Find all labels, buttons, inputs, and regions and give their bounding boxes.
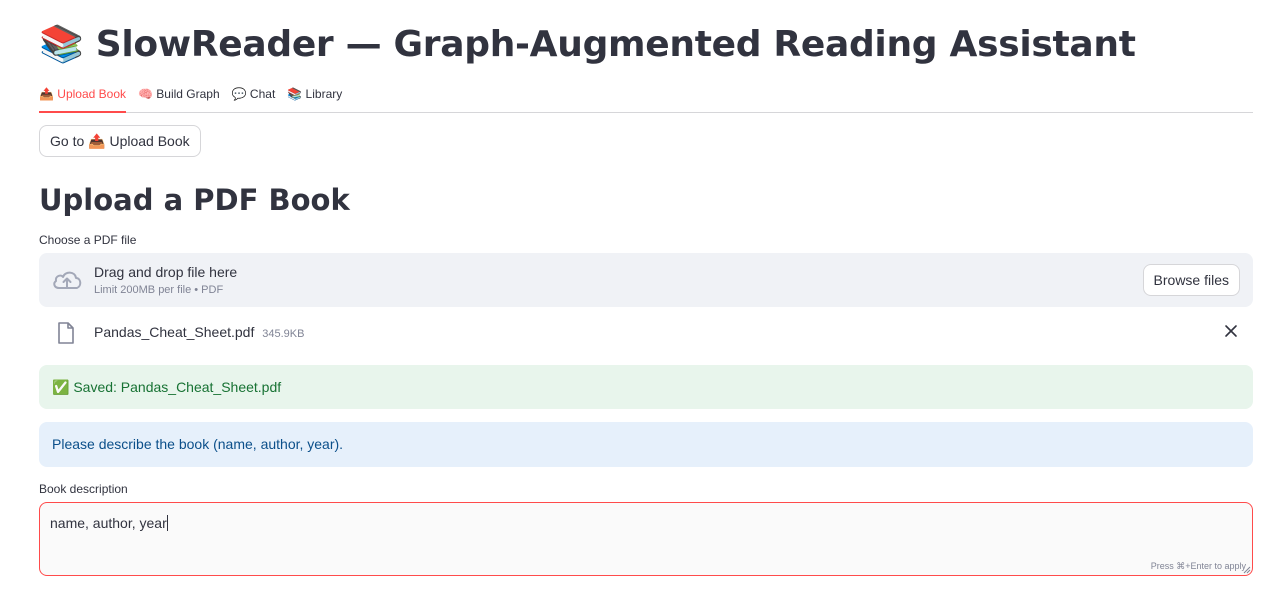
file-dropzone[interactable]: Drag and drop file here Limit 200MB per … <box>39 253 1253 307</box>
description-label: Book description <box>39 482 128 496</box>
file-icon <box>58 322 74 344</box>
file-size: 345.9KB <box>262 328 305 340</box>
dropzone-limit: Limit 200MB per file • PDF <box>94 284 224 296</box>
tab-upload-book[interactable]: 📤 Upload Book <box>39 82 126 113</box>
tab-chat[interactable]: 💬 Chat <box>232 82 276 112</box>
tab-library[interactable]: 📚 Library <box>287 82 342 112</box>
app-title: 📚 SlowReader — Graph-Augmented Reading A… <box>39 24 1136 65</box>
book-description-textarea[interactable]: name, author, year Press ⌘+Enter to appl… <box>39 502 1253 576</box>
browse-files-button[interactable]: Browse files <box>1142 264 1240 296</box>
text-caret <box>166 515 168 531</box>
uploaded-file-row: Pandas_Cheat_Sheet.pdf 345.9KB <box>39 320 1253 346</box>
resize-grip-icon[interactable] <box>1243 566 1251 574</box>
tab-bar: 📤 Upload Book 🧠 Build Graph 💬 Chat 📚 Lib… <box>39 82 1253 113</box>
close-icon[interactable] <box>1224 324 1238 338</box>
dropzone-text: Drag and drop file here <box>94 264 238 280</box>
tab-build-graph[interactable]: 🧠 Build Graph <box>138 82 220 112</box>
textarea-value: name, author, year <box>50 515 167 531</box>
info-alert: Please describe the book (name, author, … <box>39 422 1253 467</box>
uploader-label: Choose a PDF file <box>39 233 137 247</box>
apply-hint: Press ⌘+Enter to apply <box>1150 561 1246 571</box>
page-heading: Upload a PDF Book <box>39 183 350 217</box>
cloud-upload-icon <box>53 271 82 289</box>
go-to-upload-button[interactable]: Go to 📤 Upload Book <box>39 125 201 157</box>
success-alert: ✅ Saved: Pandas_Cheat_Sheet.pdf <box>39 365 1253 409</box>
file-name: Pandas_Cheat_Sheet.pdf <box>94 324 255 340</box>
